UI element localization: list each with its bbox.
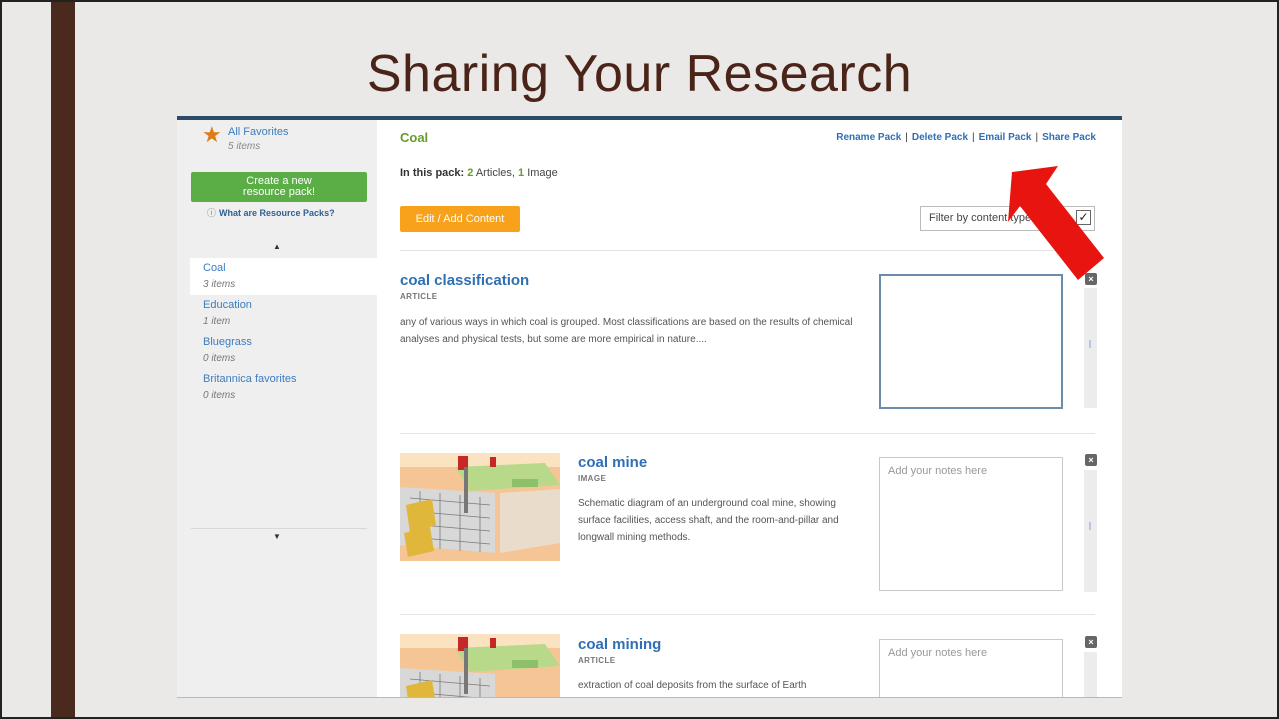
favorites-count: 5 items	[228, 141, 261, 152]
sidebar: ★ All Favorites 5 items Create a new res…	[177, 120, 377, 698]
item-type: IMAGE	[578, 474, 607, 483]
divider	[400, 433, 1095, 434]
pack-name: Britannica favorites	[203, 373, 297, 385]
pack-name: Education	[203, 299, 252, 311]
item-title[interactable]: coal classification	[400, 272, 529, 289]
item-title[interactable]: coal mine	[578, 454, 647, 471]
action-separator: |	[1035, 132, 1039, 143]
coal-mine-diagram-image[interactable]	[400, 453, 560, 561]
mine-diagram-illustration	[400, 634, 560, 698]
item-type: ARTICLE	[400, 292, 438, 301]
sidebar-divider	[191, 528, 367, 529]
slide-accent-bar	[51, 0, 75, 719]
info-icon: ⓘ	[207, 208, 217, 218]
scroll-thumb[interactable]	[1089, 340, 1091, 348]
pack-item-britannica-favorites[interactable]: Britannica favorites 0 items	[190, 369, 377, 406]
action-separator: |	[905, 132, 908, 143]
item-scrollbar[interactable]	[1084, 652, 1097, 698]
edit-add-content-button[interactable]: Edit / Add Content	[400, 206, 520, 232]
notes-field[interactable]: Add your notes here	[879, 639, 1063, 698]
pack-count: 1 item	[203, 316, 231, 327]
coal-mining-image[interactable]	[400, 634, 560, 698]
pack-summary-prefix: In this pack:	[400, 167, 465, 179]
articles-count: 2	[467, 167, 474, 179]
notes-field[interactable]: Add your notes here	[879, 457, 1063, 591]
pack-count: 0 items	[203, 390, 236, 401]
pack-name: Coal	[203, 262, 226, 274]
item-title[interactable]: coal mining	[578, 636, 661, 653]
item-type: ARTICLE	[578, 656, 616, 665]
notes-field[interactable]	[879, 274, 1063, 409]
scroll-up-icon[interactable]: ▲	[273, 242, 281, 251]
scroll-down-icon[interactable]: ▼	[273, 532, 281, 541]
share-pack-link[interactable]: Share Pack	[1042, 132, 1096, 143]
remove-item-icon[interactable]: ×	[1085, 636, 1097, 648]
pack-list: Coal 3 items Education 1 item Bluegrass …	[190, 258, 377, 406]
item-description: any of various ways in which coal is gro…	[400, 317, 853, 345]
pack-item-education[interactable]: Education 1 item	[190, 295, 377, 332]
delete-pack-link[interactable]: Delete Pack	[912, 132, 968, 143]
pack-title: Coal	[400, 130, 429, 145]
item-scrollbar[interactable]	[1084, 288, 1097, 408]
divider	[400, 614, 1095, 615]
mine-diagram-illustration	[400, 453, 560, 561]
articles-label: Articles,	[475, 167, 515, 179]
pack-actions: Rename Pack | Delete Pack | Email Pack | Share…	[836, 132, 1096, 143]
pack-count: 0 items	[203, 353, 236, 364]
pack-count: 3 items	[203, 279, 236, 290]
scroll-thumb[interactable]	[1089, 522, 1091, 530]
item-scrollbar[interactable]	[1084, 470, 1097, 592]
pack-item-coal[interactable]: Coal 3 items	[190, 258, 377, 295]
star-icon: ★	[202, 122, 222, 147]
create-pack-line2: resource pack!	[242, 186, 316, 198]
what-are-packs-link[interactable]: ⓘ What are Resource Packs?	[207, 206, 335, 219]
what-are-packs-label: What are Resource Packs?	[219, 208, 335, 218]
pack-name: Bluegrass	[203, 336, 252, 348]
remove-item-icon[interactable]: ×	[1085, 454, 1097, 466]
email-pack-link[interactable]: Email Pack	[979, 132, 1032, 143]
create-pack-button[interactable]: Create a new resource pack!	[191, 172, 367, 202]
images-label: Image	[527, 167, 558, 179]
divider	[400, 250, 1095, 251]
images-count: 1	[518, 167, 525, 179]
red-arrow-icon	[1008, 166, 1104, 280]
panel-bottom-edge	[177, 697, 1122, 698]
item-description: Schematic diagram of an underground coal…	[578, 498, 839, 543]
rename-pack-link[interactable]: Rename Pack	[836, 132, 901, 143]
slide-title: Sharing Your Research	[366, 45, 913, 103]
favorites-label[interactable]: All Favorites	[228, 126, 289, 138]
pack-summary: In this pack: 2 Articles, 1 Image	[400, 167, 558, 179]
action-separator: |	[972, 132, 975, 143]
item-description: extraction of coal deposits from the sur…	[578, 680, 807, 691]
screenshot-panel: ★ All Favorites 5 items Create a new res…	[177, 120, 1122, 698]
pack-item-bluegrass[interactable]: Bluegrass 0 items	[190, 332, 377, 369]
